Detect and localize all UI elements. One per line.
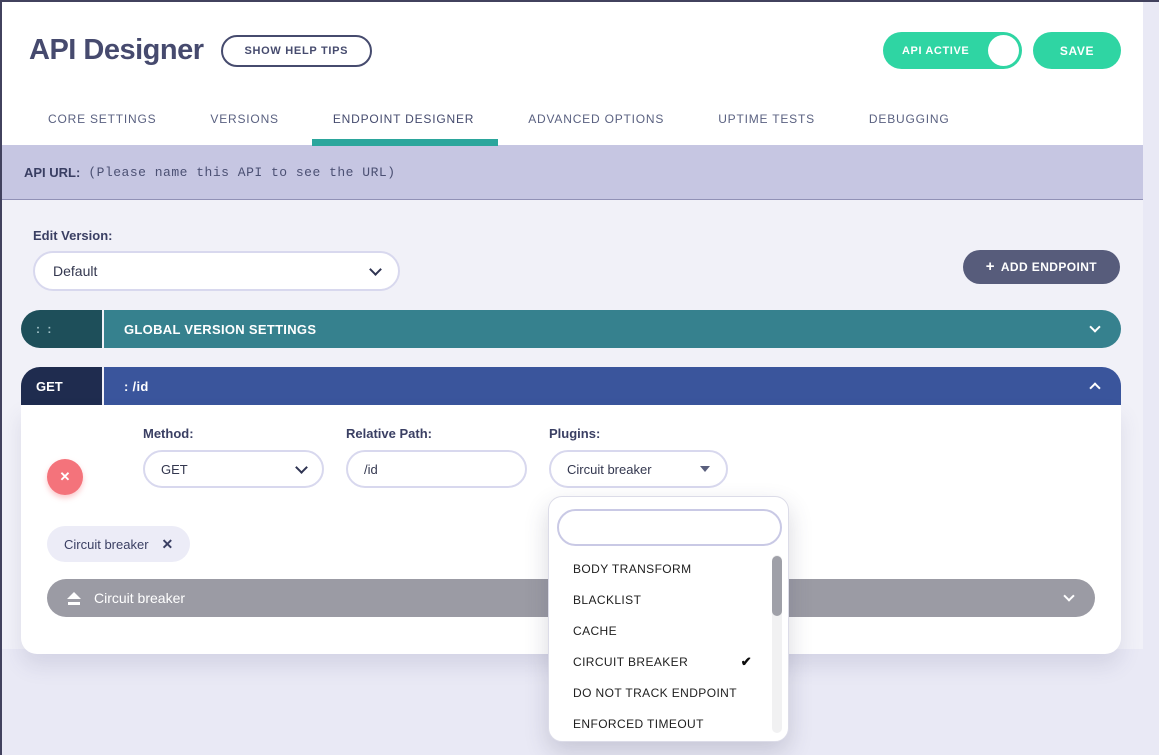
api-url-value: (Please name this API to see the URL) — [88, 165, 395, 180]
plugins-select-value: Circuit breaker — [567, 462, 652, 477]
global-version-settings-bar: : : GLOBAL VERSION SETTINGS — [21, 310, 1121, 348]
endpoint-header[interactable]: : /id — [104, 367, 1121, 405]
tab-versions[interactable]: VERSIONS — [210, 112, 278, 139]
tab-core-settings[interactable]: CORE SETTINGS — [48, 112, 156, 139]
api-designer-page: API Designer SHOW HELP TIPS API ACTIVE S… — [2, 2, 1143, 649]
delete-endpoint-button[interactable]: ✕ — [47, 459, 83, 495]
save-button[interactable]: SAVE — [1033, 32, 1121, 69]
relative-path-field: Relative Path: — [346, 426, 527, 488]
plugin-bar-label: Circuit breaker — [94, 590, 185, 606]
endpoint-header-bar: GET : /id — [21, 367, 1121, 405]
api-active-toggle[interactable]: API ACTIVE — [883, 32, 1022, 69]
api-url-label: API URL: — [24, 165, 80, 180]
tab-endpoint-designer[interactable]: ENDPOINT DESIGNER — [333, 112, 474, 139]
option-label: BLACKLIST — [573, 593, 641, 607]
api-active-label: API ACTIVE — [902, 45, 969, 57]
dropdown-arrow-icon — [700, 466, 710, 472]
chevron-down-icon — [295, 461, 308, 474]
method-select[interactable]: GET — [143, 450, 324, 488]
method-field: Method: GET — [143, 426, 324, 488]
endpoint-block: GET : /id ✕ Method: GET — [2, 367, 1143, 654]
edit-version-label: Edit Version: — [33, 228, 1121, 243]
api-url-bar: API URL: (Please name this API to see th… — [2, 145, 1143, 200]
plus-icon: + — [986, 258, 995, 275]
plugin-option-enforced-timeout[interactable]: ENFORCED TIMEOUT — [549, 708, 788, 739]
close-icon: ✕ — [60, 469, 71, 485]
plugin-option-circuit-breaker[interactable]: CIRCUIT BREAKER ✔ — [549, 646, 788, 677]
plugin-search-input[interactable] — [557, 509, 782, 546]
version-select[interactable]: Default — [33, 251, 400, 291]
version-select-value: Default — [53, 263, 97, 279]
tab-advanced-options[interactable]: ADVANCED OPTIONS — [528, 112, 664, 139]
tab-debugging[interactable]: DEBUGGING — [869, 112, 950, 139]
eject-icon — [67, 592, 81, 605]
remove-plugin-icon[interactable]: ✕ — [162, 536, 174, 553]
add-endpoint-button[interactable]: + ADD ENDPOINT — [963, 250, 1120, 284]
add-endpoint-label: ADD ENDPOINT — [1001, 260, 1097, 274]
header: API Designer SHOW HELP TIPS API ACTIVE S… — [2, 2, 1143, 145]
plugin-option-cache[interactable]: CACHE — [549, 615, 788, 646]
endpoint-designer-content: Edit Version: Default + ADD ENDPOINT : :… — [2, 200, 1143, 649]
version-row: Edit Version: Default + ADD ENDPOINT — [33, 200, 1121, 291]
global-version-settings-label: GLOBAL VERSION SETTINGS — [124, 322, 316, 337]
option-label: CACHE — [573, 624, 617, 638]
plugins-field: Plugins: Circuit breaker — [549, 426, 728, 488]
endpoint-path-label: : /id — [124, 379, 149, 394]
toggle-knob-icon[interactable] — [988, 35, 1019, 66]
drag-handle[interactable]: : : — [21, 310, 102, 348]
chevron-up-icon[interactable] — [1089, 382, 1100, 393]
option-label: DO NOT TRACK ENDPOINT — [573, 686, 737, 700]
method-label: Method: — [143, 426, 324, 441]
method-select-value: GET — [161, 462, 188, 477]
tab-uptime-tests[interactable]: UPTIME TESTS — [718, 112, 815, 139]
chevron-down-icon[interactable] — [1063, 590, 1074, 601]
chevron-down-icon[interactable] — [1089, 321, 1100, 332]
plugin-option-do-not-track[interactable]: DO NOT TRACK ENDPOINT — [549, 677, 788, 708]
plugin-option-blacklist[interactable]: BLACKLIST — [549, 584, 788, 615]
chevron-down-icon — [369, 263, 382, 276]
option-label: CIRCUIT BREAKER — [573, 655, 688, 669]
page-title: API Designer — [29, 34, 204, 67]
tab-bar: CORE SETTINGS VERSIONS ENDPOINT DESIGNER… — [2, 112, 1143, 139]
check-icon: ✔ — [741, 654, 752, 670]
relative-path-label: Relative Path: — [346, 426, 527, 441]
plugins-select[interactable]: Circuit breaker — [549, 450, 728, 488]
plugin-options-list: BODY TRANSFORM BLACKLIST CACHE CIRCUIT B… — [549, 553, 788, 739]
endpoint-method-badge[interactable]: GET — [21, 367, 102, 405]
option-label: BODY TRANSFORM — [573, 562, 692, 576]
selected-plugin-chip: Circuit breaker ✕ — [47, 526, 190, 562]
endpoint-panel: ✕ Method: GET Relative Path: Plugins: — [21, 405, 1121, 654]
relative-path-input[interactable] — [346, 450, 527, 488]
scrollbar-thumb[interactable] — [772, 556, 782, 616]
plugins-label: Plugins: — [549, 426, 728, 441]
option-label: ENFORCED TIMEOUT — [573, 717, 704, 731]
plugins-dropdown: BODY TRANSFORM BLACKLIST CACHE CIRCUIT B… — [548, 496, 789, 742]
show-help-tips-button[interactable]: SHOW HELP TIPS — [221, 35, 373, 67]
plugin-option-body-transform[interactable]: BODY TRANSFORM — [549, 553, 788, 584]
global-version-settings-header[interactable]: GLOBAL VERSION SETTINGS — [104, 310, 1121, 348]
chip-label: Circuit breaker — [64, 537, 149, 552]
